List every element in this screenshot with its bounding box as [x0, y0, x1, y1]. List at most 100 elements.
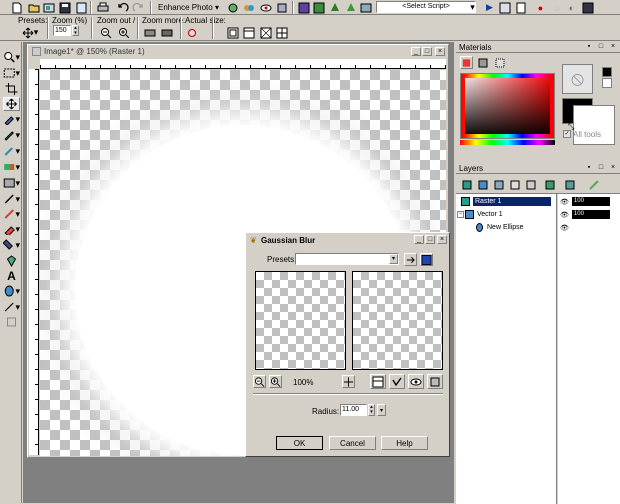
pen-tool-icon[interactable]: ▾: [3, 300, 20, 314]
stop-script-icon[interactable]: ◐: [565, 1, 578, 14]
dialog-maximize-button[interactable]: □: [425, 235, 435, 244]
script-select[interactable]: <Select Script>: [376, 1, 476, 13]
new-raster-layer-icon[interactable]: [460, 178, 473, 191]
visibility-eye-icon[interactable]: 👁: [560, 211, 569, 219]
fill-tool-icon[interactable]: ▾: [3, 238, 20, 252]
before-preview[interactable]: [255, 271, 346, 370]
layer-props-new-ellipse[interactable]: 👁: [560, 221, 618, 234]
picture-tube-icon[interactable]: [3, 254, 20, 268]
view-window-icon[interactable]: [242, 26, 255, 39]
view-grid-icon[interactable]: [275, 26, 288, 39]
layer-row-vector-1[interactable]: − Vector 1: [457, 208, 556, 221]
dodge-tool-icon[interactable]: ▾: [3, 192, 20, 206]
randomize-icon[interactable]: [427, 374, 443, 389]
no-color-icon[interactable]: ⦸: [562, 64, 593, 94]
actual-size-icon[interactable]: [186, 26, 199, 39]
view-fit-icon[interactable]: [226, 26, 239, 39]
cancel-button[interactable]: Cancel: [329, 436, 376, 450]
opacity-bar[interactable]: 100: [571, 210, 610, 219]
dialog-titlebar[interactable]: ❦ Gaussian Blur _ □ ×: [247, 234, 448, 247]
zoom-in-icon[interactable]: [117, 26, 130, 39]
script-tree-icon[interactable]: [328, 1, 341, 14]
red-eye-icon[interactable]: [259, 1, 272, 14]
redo-icon[interactable]: [131, 1, 144, 14]
toggle-script-icon[interactable]: [498, 1, 511, 14]
new-adjustment-layer-icon[interactable]: [492, 178, 505, 191]
enhance-photo-menu[interactable]: Enhance Photo ▾: [158, 3, 219, 12]
new-file-icon[interactable]: [10, 1, 23, 14]
radius-spinner[interactable]: ▴ ▾: [368, 404, 375, 416]
color-picker[interactable]: [460, 73, 555, 139]
preview-zoom-out-icon[interactable]: [253, 375, 266, 388]
layer-props-vector-1[interactable]: 👁 100: [560, 208, 618, 221]
expand-toggle-icon[interactable]: −: [457, 211, 464, 218]
layer-properties-icon[interactable]: [587, 178, 600, 191]
close-button[interactable]: ×: [435, 47, 445, 56]
zoom-more-in-icon[interactable]: [160, 26, 173, 39]
brush-tool-icon[interactable]: ▾: [3, 128, 20, 142]
layers-pin-button[interactable]: ▪: [584, 164, 594, 173]
presets-move-icon[interactable]: ▾: [20, 26, 40, 39]
view-full-icon[interactable]: [259, 26, 272, 39]
preset-save-icon[interactable]: [420, 253, 433, 266]
noise-icon[interactable]: [275, 1, 288, 14]
crop-tool-icon[interactable]: [3, 82, 20, 96]
dialog-minimize-button[interactable]: _: [414, 235, 424, 244]
after-preview[interactable]: [352, 271, 443, 370]
auto-proof-icon[interactable]: [389, 374, 405, 389]
color-spectrum-bar[interactable]: [460, 140, 555, 145]
text-tool-icon[interactable]: A: [3, 269, 20, 283]
dialog-close-button[interactable]: ×: [437, 235, 447, 244]
hue-ring[interactable]: [461, 74, 554, 138]
save-script-icon[interactable]: [581, 1, 594, 14]
zoom-more-out-icon[interactable]: [143, 26, 156, 39]
layer-row-raster-1[interactable]: Raster 1: [461, 195, 556, 208]
warp-brush-icon[interactable]: [3, 315, 20, 329]
save-as-icon[interactable]: [74, 1, 87, 14]
delete-layer-icon[interactable]: [563, 178, 576, 191]
browse-icon[interactable]: [42, 1, 55, 14]
visibility-eye-icon[interactable]: 👁: [560, 224, 569, 232]
dropper-tool-icon[interactable]: ▾: [3, 112, 20, 126]
pattern-tab-icon[interactable]: [493, 56, 506, 69]
all-tools-checkbox[interactable]: ✓: [563, 130, 571, 138]
zoom-spinner[interactable]: ▴ ▾: [72, 25, 79, 36]
dialog-presets-select[interactable]: ▾: [295, 253, 399, 265]
script-picture-icon[interactable]: [359, 1, 372, 14]
ok-button[interactable]: OK: [276, 436, 323, 450]
bg-material-swatch[interactable]: [573, 105, 615, 145]
preset-dropdown-icon[interactable]: ▾: [389, 254, 398, 264]
preview-toggle-icon[interactable]: [370, 374, 386, 389]
preset-reset-icon[interactable]: [404, 253, 417, 266]
script-purple-icon[interactable]: [297, 1, 310, 14]
script-tree2-icon[interactable]: [344, 1, 357, 14]
open-file-icon[interactable]: [27, 1, 40, 14]
swatches-tab-icon[interactable]: [476, 56, 489, 69]
save-icon[interactable]: [58, 1, 71, 14]
print-icon[interactable]: [96, 1, 109, 14]
materials-close-button[interactable]: ×: [608, 43, 618, 52]
materials-pin-button[interactable]: ▪: [584, 43, 594, 52]
image-window-titlebar[interactable]: Image1* @ 150% (Raster 1) _ □ ×: [29, 46, 447, 58]
duplicate-layer-icon[interactable]: [524, 178, 537, 191]
eraser-tool-icon[interactable]: ▾: [3, 222, 20, 236]
layer-row-new-ellipse[interactable]: New Ellipse: [476, 221, 556, 234]
rainbow-tab-icon[interactable]: [460, 56, 473, 69]
undo-icon[interactable]: [116, 1, 129, 14]
preview-pan-icon[interactable]: [342, 375, 355, 388]
fade-correction-icon[interactable]: [242, 1, 255, 14]
visibility-eye-icon[interactable]: 👁: [560, 198, 569, 206]
scratch-remover-icon[interactable]: ▾: [3, 160, 20, 174]
object-remover-icon[interactable]: ▾: [3, 176, 20, 190]
background-swatch[interactable]: [602, 78, 612, 88]
zoom-tool-icon[interactable]: ▾: [3, 50, 20, 64]
zoom-out-icon[interactable]: [99, 26, 112, 39]
minimize-button[interactable]: _: [411, 47, 421, 56]
new-mask-layer-icon[interactable]: [508, 178, 521, 191]
layer-props-raster-1[interactable]: 👁 100: [560, 195, 618, 208]
smudge-tool-icon[interactable]: ▾: [3, 207, 20, 221]
zoom-input[interactable]: 150: [53, 25, 71, 36]
script-dropdown-icon[interactable]: ▾: [466, 1, 479, 14]
ellipse-tool-icon[interactable]: ▾: [3, 284, 20, 298]
new-vector-layer-icon[interactable]: [476, 178, 489, 191]
